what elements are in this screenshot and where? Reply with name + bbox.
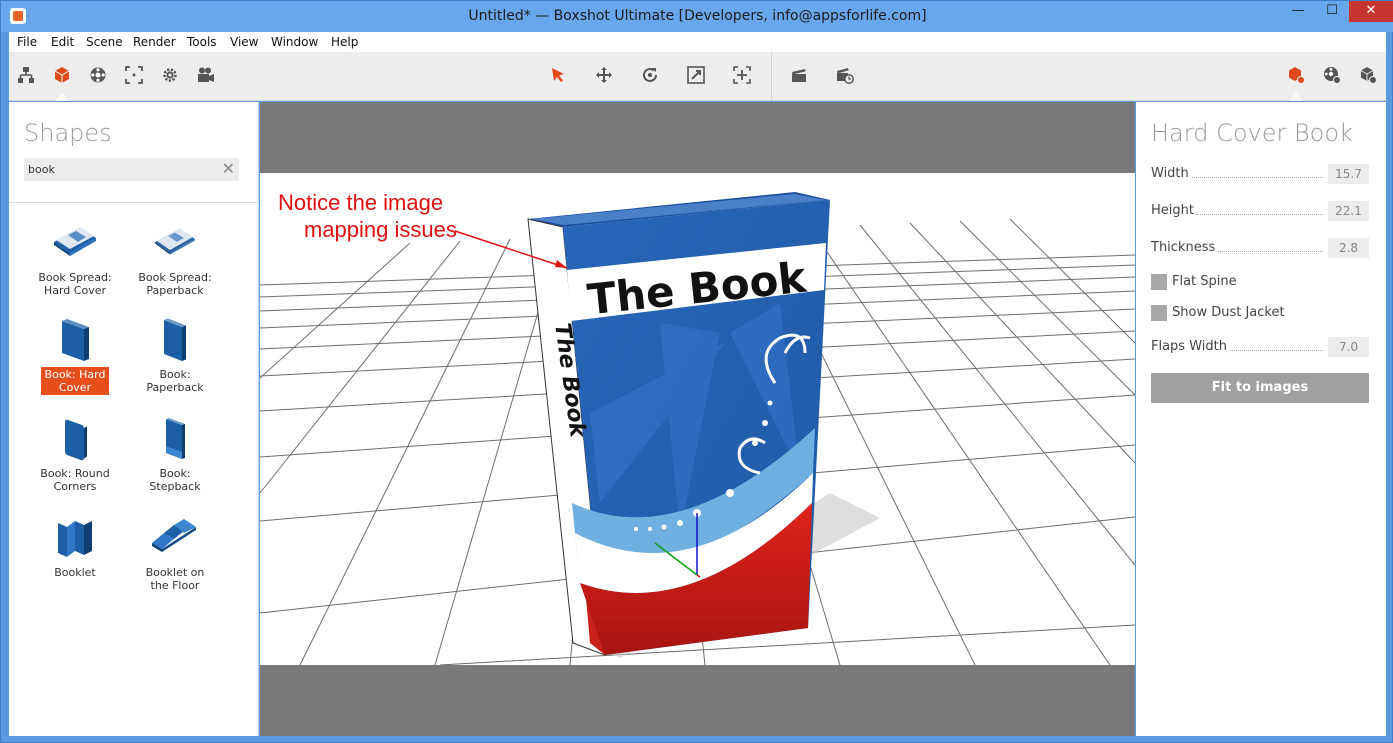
hard-cover-book-icon <box>50 317 100 365</box>
shapes-panel-title: Shapes <box>24 119 112 147</box>
annotation-line1: Notice the image <box>278 190 444 215</box>
shapes-icon[interactable] <box>52 66 72 86</box>
scale-icon[interactable] <box>686 66 706 86</box>
menu-view[interactable]: View <box>230 35 258 49</box>
active-tab-indicator-right <box>1289 94 1303 101</box>
menu-edit[interactable]: Edit <box>51 35 74 49</box>
width-field[interactable] <box>1328 164 1369 184</box>
book-spread-icon <box>50 220 100 268</box>
shape-book-stepback[interactable]: Book: Stepback <box>130 416 220 494</box>
panel-divider <box>9 202 259 203</box>
shape-book-spread-hard-cover[interactable]: Book Spread: Hard Cover <box>30 220 120 298</box>
shape-book-spread-paperback[interactable]: Book Spread: Paperback <box>130 220 220 298</box>
shape-label: Book: Round <box>40 467 110 480</box>
shape-booklet[interactable]: Booklet <box>30 515 120 580</box>
scene-render: The Book The Book <box>260 192 1135 665</box>
app-window: Untitled* — Boxshot Ultimate [Developers… <box>0 0 1393 743</box>
maximize-button[interactable]: ☐ <box>1315 1 1349 22</box>
materials-icon[interactable] <box>88 66 108 86</box>
menu-render[interactable]: Render <box>133 35 176 49</box>
add-shape-icon[interactable] <box>1286 66 1306 86</box>
height-label: Height <box>1151 203 1196 218</box>
shape-label: Paperback <box>146 381 204 394</box>
height-field[interactable] <box>1328 201 1369 221</box>
flaps-width-field[interactable] <box>1328 337 1369 357</box>
menu-window[interactable]: Window <box>271 35 318 49</box>
window-title: Untitled* — Boxshot Ultimate [Developers… <box>468 8 927 24</box>
active-tab-indicator <box>55 94 69 101</box>
dust-jacket-label: Show Dust Jacket <box>1172 305 1285 320</box>
menu-bar: File Edit Scene Render Tools View Window… <box>9 32 1386 52</box>
annotation-text: Notice the image mapping issues <box>278 189 457 243</box>
shapes-panel: Shapes ✕ Book Spread:Hard Cover Book Spr… <box>9 102 259 736</box>
dust-jacket-checkbox[interactable] <box>1151 305 1167 321</box>
menu-scene[interactable]: Scene <box>86 35 123 49</box>
properties-panel-title: Hard Cover Book <box>1151 119 1353 147</box>
camera-icon[interactable] <box>196 66 216 86</box>
shape-label: Cover <box>58 381 92 394</box>
clapper-timer-icon[interactable] <box>835 66 855 86</box>
shape-label: Stepback <box>149 480 201 493</box>
flaps-width-property: Flaps Width <box>1151 337 1369 357</box>
add-material-icon[interactable] <box>1322 66 1342 86</box>
shape-label: Hard Cover <box>43 284 106 297</box>
add-object-icon[interactable] <box>1358 66 1378 86</box>
height-property: Height <box>1151 201 1369 221</box>
menu-tools[interactable]: Tools <box>187 35 217 49</box>
toolbar <box>9 52 1386 101</box>
shape-label: Book: <box>159 467 191 480</box>
width-label: Width <box>1151 166 1191 181</box>
clear-search-icon[interactable]: ✕ <box>222 159 235 178</box>
shape-label: Book Spread: <box>138 271 212 284</box>
annotation-line2: mapping issues <box>304 217 457 242</box>
shape-label: Corners <box>53 480 97 493</box>
shape-search-box: ✕ <box>24 158 239 181</box>
flat-spine-label: Flat Spine <box>1172 274 1237 289</box>
thickness-label: Thickness <box>1151 240 1218 255</box>
thickness-property: Thickness <box>1151 238 1369 258</box>
title-bar[interactable]: Untitled* — Boxshot Ultimate [Developers… <box>1 1 1393 32</box>
3d-viewport[interactable]: The Book The Book Notice the image mappi… <box>260 102 1135 736</box>
scene-canvas[interactable]: The Book The Book Notice the image mappi… <box>260 173 1135 665</box>
stepback-book-icon <box>150 416 200 464</box>
round-corners-book-icon <box>50 416 100 464</box>
properties-panel: Hard Cover Book Width Height Thickness F… <box>1136 102 1386 736</box>
shape-label: Booklet <box>54 566 96 579</box>
booklet-floor-icon <box>150 515 200 563</box>
close-button[interactable]: ✕ <box>1349 1 1393 22</box>
booklet-icon <box>50 515 100 563</box>
shape-book-paperback[interactable]: Book: Paperback <box>130 317 220 395</box>
shape-booklet-on-the-floor[interactable]: Booklet on the Floor <box>130 515 220 593</box>
thickness-field[interactable] <box>1328 238 1369 258</box>
shape-book-round-corners[interactable]: Book: Round Corners <box>30 416 120 494</box>
select-icon[interactable] <box>548 66 568 86</box>
settings-icon[interactable] <box>160 66 180 86</box>
minimize-button[interactable]: — <box>1281 1 1315 22</box>
fit-to-images-button[interactable]: Fit to images <box>1151 373 1369 403</box>
shape-label: Book: Hard <box>44 368 106 381</box>
paperback-book-icon <box>150 317 200 365</box>
move-icon[interactable] <box>594 66 614 86</box>
hierarchy-icon[interactable] <box>16 66 36 86</box>
book-spread-paperback-icon <box>150 220 200 268</box>
focus-icon[interactable] <box>124 66 144 86</box>
shape-label: Paperback <box>146 284 204 297</box>
shape-label: Book: <box>159 368 191 381</box>
menu-file[interactable]: File <box>17 35 37 49</box>
menu-help[interactable]: Help <box>331 35 358 49</box>
rotate-icon[interactable] <box>640 66 660 86</box>
shape-label: the Floor <box>150 579 200 592</box>
clapper-icon[interactable] <box>789 66 809 86</box>
snap-icon[interactable] <box>732 66 752 86</box>
shape-label: Booklet on <box>145 566 205 579</box>
shape-label: Book Spread: <box>38 271 112 284</box>
flat-spine-checkbox[interactable] <box>1151 274 1167 290</box>
toolbar-separator <box>771 52 772 100</box>
shape-search-input[interactable] <box>24 158 214 181</box>
shape-book-hard-cover[interactable]: Book: Hard Cover <box>30 317 120 395</box>
flaps-width-label: Flaps Width <box>1151 339 1229 354</box>
width-property: Width <box>1151 164 1369 184</box>
